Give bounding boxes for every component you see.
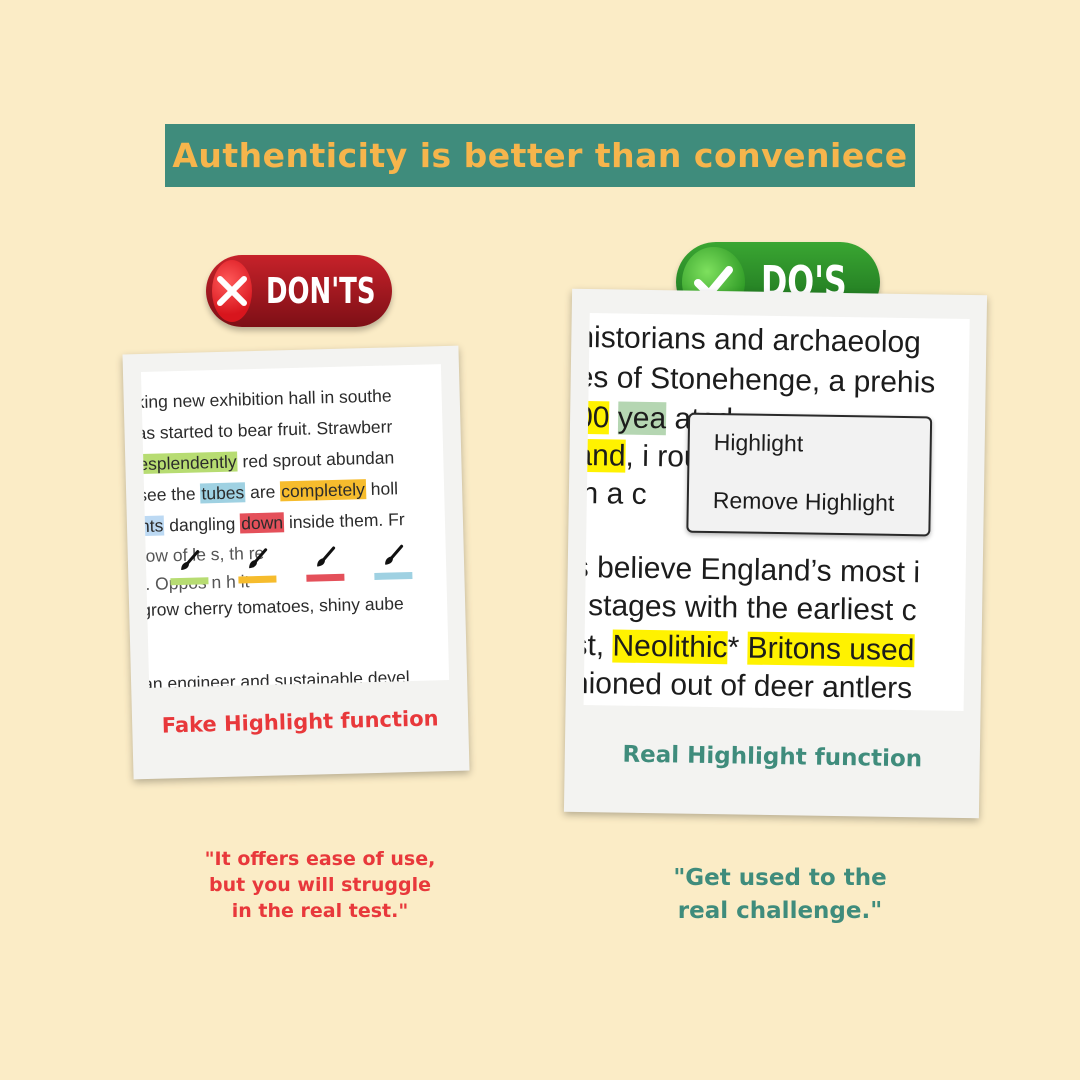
title-banner: Authenticity is better than conveniece xyxy=(165,124,915,187)
highlight-yellow: Britons used xyxy=(747,631,915,668)
text-line: es of Stonehenge, a prehis xyxy=(583,360,936,400)
donts-badge: DON'TS xyxy=(206,255,392,327)
fake-highlight-caption: Fake Highlight function xyxy=(161,706,439,738)
highlight-selection: yea xyxy=(617,401,667,436)
page-title: Authenticity is better than conveniece xyxy=(172,136,908,175)
text-line: s believe England’s most i xyxy=(583,550,921,590)
brush-icon xyxy=(249,548,268,569)
blue-brush-button[interactable] xyxy=(374,543,413,580)
orange-brush-button[interactable] xyxy=(238,547,277,584)
text-line: nts dangling down inside them. Fr xyxy=(140,509,405,537)
highlight-light-blue: nts xyxy=(140,515,165,537)
real-highlight-caption: Real Highlight function xyxy=(622,741,923,773)
text-line: st, Neolithic* Britons used xyxy=(583,628,915,668)
brush-icon xyxy=(317,546,336,567)
real-highlight-screenshot: historians and archaeolog es of Stonehen… xyxy=(583,313,970,711)
highlight-orange: completely xyxy=(279,479,367,502)
highlight-blue: tubes xyxy=(200,482,246,504)
fake-highlight-card: king new exhibition hall in southe as st… xyxy=(122,345,470,780)
text-line: grow cherry tomatoes, shiny aube xyxy=(140,593,405,621)
highlight-yellow: 00 xyxy=(583,400,610,435)
text-line: hioned out of deer antlers xyxy=(583,666,913,706)
menu-item-remove-highlight[interactable]: Remove Highlight xyxy=(713,487,895,517)
donts-quote: "It offers ease of use, but you will str… xyxy=(204,848,436,922)
real-highlight-card: historians and archaeolog es of Stonehen… xyxy=(563,288,988,819)
brush-icon xyxy=(385,544,404,565)
menu-item-highlight[interactable]: Highlight xyxy=(714,429,804,457)
x-icon xyxy=(212,260,252,322)
highlight-green: esplendently xyxy=(140,451,238,475)
context-menu: Highlight Remove Highlight xyxy=(686,412,933,537)
text-line: l stages with the earliest c xyxy=(583,588,917,628)
text-line: see the tubes are completely holl xyxy=(140,478,399,506)
highlight-yellow: and xyxy=(583,438,626,473)
dos-quote: "Get used to the real challenge." xyxy=(673,865,887,924)
highlight-red: down xyxy=(239,512,285,534)
text-line: an engineer and sustainable devel xyxy=(142,667,410,688)
red-brush-button[interactable] xyxy=(306,545,345,582)
text-line: and, i rou xyxy=(583,438,701,475)
green-brush-button[interactable] xyxy=(170,548,209,586)
text-line: king new exhibition hall in southe xyxy=(140,385,392,413)
brush-icon xyxy=(181,550,200,571)
highlight-yellow: Neolithic xyxy=(612,629,728,665)
text-line: esplendently red sprout abundan xyxy=(140,447,395,475)
text-line: in a c xyxy=(583,476,647,511)
text-line: as started to bear fruit. Strawberr xyxy=(140,416,393,444)
text-line: historians and archaeolog xyxy=(583,320,922,360)
fake-highlight-screenshot: king new exhibition hall in southe as st… xyxy=(140,364,450,688)
donts-label: DON'TS xyxy=(266,270,376,312)
